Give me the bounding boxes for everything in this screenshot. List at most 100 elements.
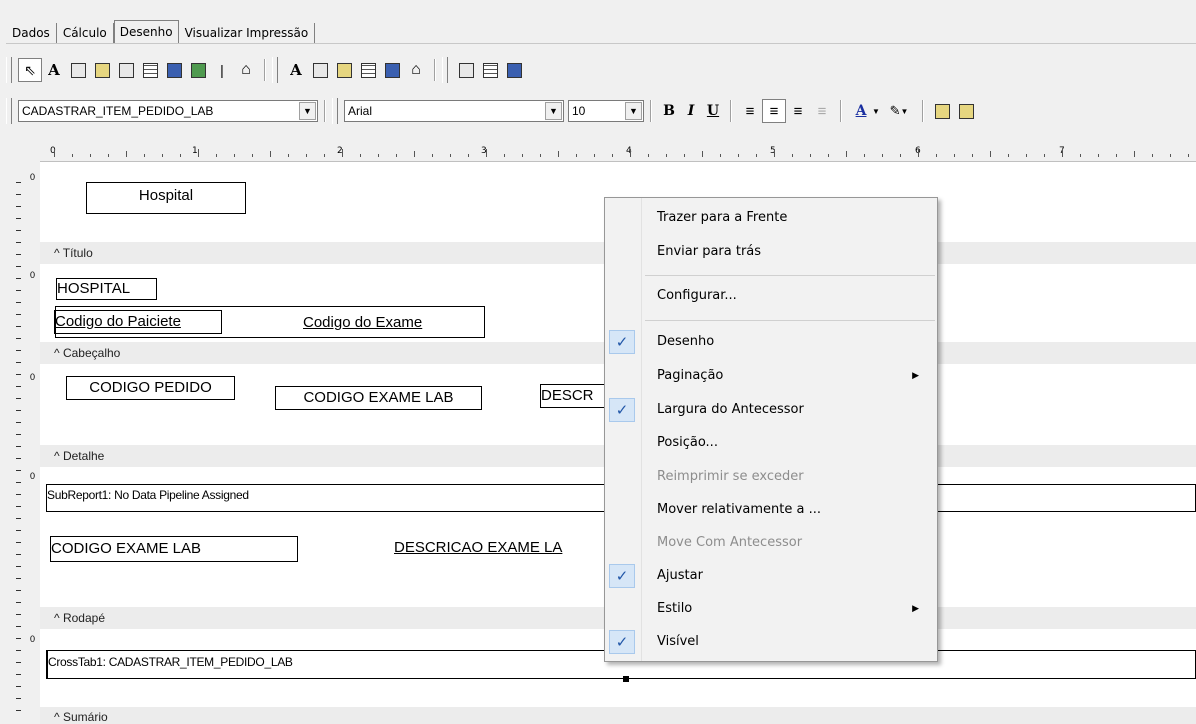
font-size-select[interactable]: 10 ▼ <box>568 100 644 122</box>
vruler-tick <box>16 470 21 471</box>
ruler-tick <box>126 151 127 157</box>
vruler-tick <box>16 446 21 447</box>
dbmemo-tool-button[interactable] <box>308 58 332 82</box>
ruler-tick <box>270 151 271 157</box>
pencil-icon: ✎ <box>889 103 901 118</box>
menu-item-desenho[interactable]: ✓ Desenho <box>605 328 937 356</box>
codigo-exame-label[interactable]: Codigo do Exame <box>303 313 464 335</box>
menu-item-mover-relativamente[interactable]: Mover relativamente a ... <box>605 496 937 524</box>
submenu-arrow-icon: ▶ <box>912 371 919 381</box>
vruler-mark-0: 0 <box>30 172 36 182</box>
check-icon: ✓ <box>609 564 635 588</box>
codigo-exame-lab-detail-label[interactable]: CODIGO EXAME LAB <box>50 536 298 562</box>
select-tool-button[interactable]: ⇖ <box>18 58 42 82</box>
systemvar-tool-button[interactable] <box>114 58 138 82</box>
align-right-button[interactable]: ≡ <box>786 99 810 123</box>
tab-dados[interactable]: Dados <box>6 23 57 44</box>
variable-tool-button[interactable] <box>138 58 162 82</box>
underline-button[interactable]: U <box>702 103 724 119</box>
toolbar-grip[interactable] <box>6 57 12 83</box>
toolbar-separator <box>730 100 732 122</box>
dbcalc-tool-button[interactable] <box>356 58 380 82</box>
ruler-tick <box>936 154 937 157</box>
ruler-tick <box>810 154 811 157</box>
dbimage-tool-button[interactable] <box>380 58 404 82</box>
toolbar-grip[interactable] <box>272 57 278 83</box>
vruler-tick <box>16 242 21 243</box>
dbtext-tool-button[interactable]: A <box>284 58 308 82</box>
ruler-tick <box>666 154 667 157</box>
menu-item-posicao[interactable]: Posição... <box>605 429 937 457</box>
line-tool-button[interactable]: | <box>210 58 234 82</box>
italic-button[interactable]: I <box>680 103 702 119</box>
menu-item-paginacao[interactable]: Paginação ▶ <box>605 362 937 390</box>
tab-desenho[interactable]: Desenho <box>113 20 179 44</box>
justify-button[interactable]: ≡ <box>810 99 834 123</box>
submenu-arrow-icon: ▶ <box>912 604 919 614</box>
codigo-exame-lab-label[interactable]: CODIGO EXAME LAB <box>275 386 482 410</box>
ruler-tick <box>72 154 73 157</box>
menu-separator <box>645 320 935 321</box>
align-center-button[interactable]: ≡ <box>762 99 786 123</box>
selection-handle[interactable] <box>623 676 629 682</box>
ruler-mark-1: 1 <box>192 146 198 156</box>
highlight-color-button[interactable]: ✎ ▼ <box>882 99 916 123</box>
toolbar-grip[interactable] <box>332 98 338 124</box>
vruler-tick <box>16 494 21 495</box>
menu-item-largura-antecessor[interactable]: ✓ Largura do Antecessor <box>605 396 937 424</box>
ruler-tick <box>54 149 55 157</box>
vruler-tick <box>16 614 21 615</box>
descricao-label[interactable]: DESCR <box>540 384 606 408</box>
vruler-tick <box>16 674 21 675</box>
codigo-pedido-label[interactable]: CODIGO PEDIDO <box>66 376 235 400</box>
memo-tool-button[interactable] <box>66 58 90 82</box>
chevron-down-icon[interactable]: ▼ <box>299 102 316 120</box>
band-sumario[interactable]: ^ Sumário <box>40 707 1196 724</box>
hospital-label[interactable]: HOSPITAL <box>56 278 157 300</box>
datasource-select[interactable]: CADASTRAR_ITEM_PEDIDO_LAB ▼ <box>18 100 318 122</box>
toolbar-grip[interactable] <box>6 98 12 124</box>
shape-tool-button[interactable] <box>186 58 210 82</box>
region-tool-button[interactable] <box>454 58 478 82</box>
vruler-tick <box>16 518 21 519</box>
vruler-tick <box>16 698 21 699</box>
image-tool-button[interactable] <box>162 58 186 82</box>
label-tool-button[interactable]: A <box>42 58 66 82</box>
toolbar-separator <box>650 100 652 122</box>
chevron-down-icon[interactable]: ▼ <box>625 102 642 120</box>
menu-item-send-back[interactable]: Enviar para trás <box>605 238 937 266</box>
check-icon: ✓ <box>609 330 635 354</box>
dbbarcode-tool-button[interactable]: ⌂ <box>404 58 428 82</box>
report-title-label[interactable]: Hospital <box>86 182 246 214</box>
format-toolbar: CADASTRAR_ITEM_PEDIDO_LAB ▼ Arial ▼ 10 ▼… <box>6 96 978 126</box>
menu-item-estilo[interactable]: Estilo ▶ <box>605 595 937 623</box>
bring-to-front-button[interactable] <box>930 99 954 123</box>
menu-item-ajustar[interactable]: ✓ Ajustar <box>605 562 937 590</box>
menu-item-configurar[interactable]: Configurar... <box>605 282 937 310</box>
subreport-tool-button[interactable] <box>478 58 502 82</box>
descricao-exame-label[interactable]: DESCRICAO EXAME LA <box>394 536 606 562</box>
richtext-tool-button[interactable] <box>90 58 114 82</box>
vruler-tick <box>16 482 21 483</box>
toolbar-grip[interactable] <box>442 57 448 83</box>
crosstab-tool-button[interactable] <box>502 58 526 82</box>
tab-visualizar-impressao[interactable]: Visualizar Impressão <box>179 23 316 44</box>
dbrichtext-tool-button[interactable] <box>332 58 356 82</box>
chevron-down-icon[interactable]: ▼ <box>545 102 562 120</box>
send-to-back-button[interactable] <box>954 99 978 123</box>
tab-calculo[interactable]: Cálculo <box>57 23 114 44</box>
toolbar-separator <box>264 59 266 81</box>
barcode-tool-button[interactable]: ⌂ <box>234 58 258 82</box>
vruler-tick <box>16 374 21 375</box>
vruler-tick <box>16 398 21 399</box>
font-color-button[interactable]: A ▼ <box>848 99 882 123</box>
ruler-tick <box>630 149 631 157</box>
font-name-select[interactable]: Arial ▼ <box>344 100 564 122</box>
bold-button[interactable]: B <box>658 103 680 119</box>
ruler-tick <box>1080 154 1081 157</box>
menu-item-visivel[interactable]: ✓ Visível <box>605 628 937 656</box>
align-left-button[interactable]: ≡ <box>738 99 762 123</box>
menu-item-bring-front[interactable]: Trazer para a Frente <box>605 204 937 232</box>
ruler-tick <box>648 154 649 157</box>
vruler-tick <box>16 182 21 183</box>
